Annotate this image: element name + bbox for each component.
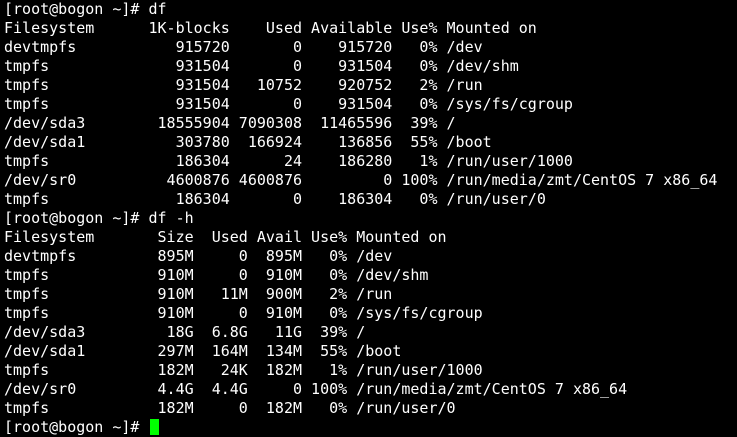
terminal-line: /dev/sda1 297M 164M 134M 55% /boot [4, 342, 402, 360]
terminal-line: tmpfs 186304 0 186304 0% /run/user/0 [4, 190, 546, 208]
terminal-line: tmpfs 182M 0 182M 0% /run/user/0 [4, 399, 456, 417]
terminal-line: Filesystem 1K-blocks Used Available Use%… [4, 19, 537, 37]
terminal-line: tmpfs 931504 0 931504 0% /dev/shm [4, 57, 519, 75]
terminal-line: devtmpfs 895M 0 895M 0% /dev [4, 247, 393, 265]
terminal-line: /dev/sda3 18G 6.8G 11G 39% / [4, 323, 366, 341]
terminal-cursor [149, 419, 159, 435]
terminal-line: tmpfs 186304 24 186280 1% /run/user/1000 [4, 152, 573, 170]
terminal-window[interactable]: [root@bogon ~]# df Filesystem 1K-blocks … [0, 0, 737, 436]
terminal-line: [root@bogon ~]# df -h [4, 209, 194, 227]
terminal-line: /dev/sda3 18555904 7090308 11465596 39% … [4, 114, 456, 132]
terminal-line: tmpfs 931504 0 931504 0% /sys/fs/cgroup [4, 95, 573, 113]
terminal-line: tmpfs 931504 10752 920752 2% /run [4, 76, 483, 94]
terminal-line: devtmpfs 915720 0 915720 0% /dev [4, 38, 483, 56]
terminal-line: tmpfs 910M 0 910M 0% /sys/fs/cgroup [4, 304, 483, 322]
shell-prompt: [root@bogon ~]# [4, 418, 149, 436]
terminal-line: tmpfs 910M 11M 900M 2% /run [4, 285, 393, 303]
terminal-line: tmpfs 910M 0 910M 0% /dev/shm [4, 266, 429, 284]
terminal-line: tmpfs 182M 24K 182M 1% /run/user/1000 [4, 361, 483, 379]
terminal-line: [root@bogon ~]# df [4, 0, 167, 18]
prompt-line[interactable]: [root@bogon ~]# [4, 418, 737, 437]
terminal-line: Filesystem Size Used Avail Use% Mounted … [4, 228, 447, 246]
terminal-line: /dev/sr0 4.4G 4.4G 0 100% /run/media/zmt… [4, 380, 628, 398]
terminal-line: /dev/sr0 4600876 4600876 0 100% /run/med… [4, 171, 718, 189]
terminal-line: /dev/sda1 303780 166924 136856 55% /boot [4, 133, 492, 151]
